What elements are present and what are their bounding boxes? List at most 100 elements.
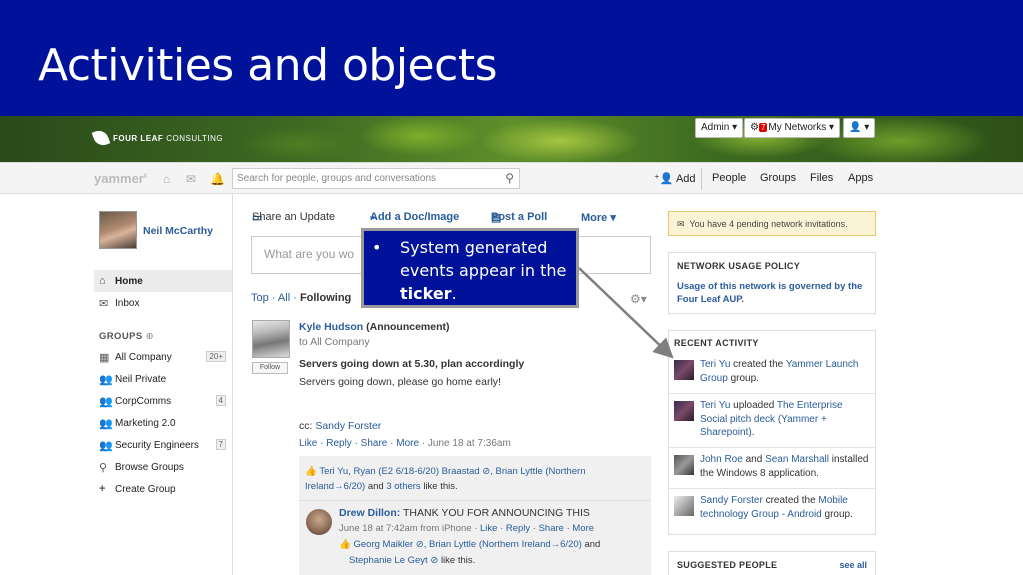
search-icon: ⚲ xyxy=(99,461,108,474)
sidebar-item-label: Inbox xyxy=(115,297,140,309)
sidebar-item-inbox[interactable]: ✉ Inbox xyxy=(94,292,232,314)
actor-avatar[interactable] xyxy=(674,401,694,421)
reply-likes-line2: Stephanie Le Geyt ⊘ like this. xyxy=(349,555,709,566)
user-menu-caret: ▾ xyxy=(864,122,870,133)
actor-avatar[interactable] xyxy=(674,455,694,475)
likes-others-link[interactable]: 3 others xyxy=(386,481,420,492)
search-icon[interactable]: ⚲ xyxy=(505,171,514,185)
post-action-links[interactable]: Like · Reply · Share · More xyxy=(299,438,419,449)
sidebar-item-security-engineers[interactable]: 👥 Security Engineers 7 xyxy=(94,434,232,456)
likers-link[interactable]: Stephanie Le Geyt ⊘ xyxy=(349,555,438,566)
follow-button[interactable]: Follow xyxy=(252,362,288,374)
feed-settings-icon[interactable]: ⚙▾ xyxy=(630,292,647,306)
post-header: Kyle Hudson (Announcement) xyxy=(299,321,659,333)
recent-activity-card: RECENT ACTIVITY Teri Yu created the Yamm… xyxy=(668,330,876,535)
nav-groups-link[interactable]: Groups xyxy=(760,172,796,184)
plus-icon: + xyxy=(99,483,106,495)
post-body: Servers going down, please go home early… xyxy=(299,376,501,388)
unread-count-badge: 7 xyxy=(215,439,226,450)
sidebar-item-label: Browse Groups xyxy=(115,461,184,473)
user-name-link[interactable]: Neil McCarthy xyxy=(143,225,213,237)
callout-text-end: . xyxy=(451,284,457,303)
likers-link[interactable]: Georg Maikler ⊘, Brian Lyttle (Northern … xyxy=(353,539,581,550)
cc-user-link[interactable]: Sandy Forster xyxy=(315,420,381,432)
home-icon: ⌂ xyxy=(99,275,106,287)
tab-label: Share an Update xyxy=(252,211,336,223)
tab-all[interactable]: All xyxy=(278,292,290,304)
search-input[interactable]: Search for people, groups and conversati… xyxy=(232,168,520,189)
cc-label: cc: xyxy=(299,420,313,432)
actor-link[interactable]: Sandy Forster xyxy=(700,495,763,506)
reply-action-links[interactable]: Like · Reply · Share · More xyxy=(480,523,594,534)
actor-link[interactable]: John Roe xyxy=(700,454,743,465)
tab-top[interactable]: Top xyxy=(251,292,269,304)
post-cc: cc: Sandy Forster xyxy=(299,420,659,432)
post-headline: Servers going down at 5.30, plan accordi… xyxy=(299,358,525,370)
post-recipient: to All Company xyxy=(299,336,370,348)
activity-suffix: group. xyxy=(727,372,759,384)
policy-link[interactable]: Usage of this network is governed by the… xyxy=(677,280,867,306)
composer-placeholder: What are you wo xyxy=(264,247,355,261)
sidebar-item-label: Security Engineers xyxy=(115,439,199,451)
groups-header: GROUPS ⊕ xyxy=(94,326,232,346)
sidebar-item-corpcomms[interactable]: 👥 CorpComms 4 xyxy=(94,390,232,412)
inbox-icon: ✉ xyxy=(99,297,109,310)
sidebar-item-neil-private[interactable]: 👥 Neil Private xyxy=(94,368,232,390)
brand-text: yammer xyxy=(94,171,144,186)
tab-label: More ▾ xyxy=(581,212,616,224)
object-link[interactable]: Sean Marshall xyxy=(765,454,829,465)
admin-label: Admin ▾ xyxy=(701,122,738,133)
feed-filter-tabs: Top · All · Following xyxy=(251,292,352,304)
invitation-notice[interactable]: ✉ You have 4 pending network invitations… xyxy=(668,211,876,236)
author-avatar[interactable] xyxy=(252,320,290,358)
reply-author-link[interactable]: Drew Dillon: xyxy=(339,507,400,519)
reply-author-avatar[interactable] xyxy=(306,509,332,535)
nav-apps-link[interactable]: Apps xyxy=(848,172,873,184)
sidebar-item-marketing[interactable]: 👥 Marketing 2.0 xyxy=(94,412,232,434)
likers-link[interactable]: Ireland→6/20) xyxy=(305,481,365,492)
group-icon: 👥 xyxy=(99,373,113,386)
post-likes-line2: Ireland→6/20) and 3 others like this. xyxy=(305,481,665,492)
sidebar-item-all-company[interactable]: ▦ All Company 20+ xyxy=(94,346,232,368)
sidebar-item-home[interactable]: ⌂ Home xyxy=(94,270,232,292)
envelope-icon: ✉ xyxy=(677,219,685,229)
tab-following[interactable]: Following xyxy=(300,292,351,304)
unread-count-badge: 4 xyxy=(215,395,226,406)
sidebar-item-create-group[interactable]: + Create Group xyxy=(94,478,232,500)
sidebar-item-label: Marketing 2.0 xyxy=(115,417,176,429)
notifications-icon[interactable]: 🔔 xyxy=(210,172,225,186)
sidebar-item-label: All Company xyxy=(115,351,172,363)
network-count-badge: 7 xyxy=(758,123,768,132)
actor-link[interactable]: Teri Yu xyxy=(700,400,730,411)
yammer-logo[interactable]: yammerε xyxy=(94,171,147,186)
likes-and: and xyxy=(367,481,384,492)
likes-suffix: like this. xyxy=(423,481,458,492)
groups-header-label: GROUPS xyxy=(99,330,143,342)
user-avatar[interactable] xyxy=(99,211,137,249)
sidebar-item-browse-groups[interactable]: ⚲ Browse Groups xyxy=(94,456,232,478)
nav-people-link[interactable]: People xyxy=(712,172,746,184)
reply-likes: 👍 Georg Maikler ⊘, Brian Lyttle (Norther… xyxy=(339,539,699,550)
messages-icon[interactable]: ✉ xyxy=(186,172,196,186)
post-author-link[interactable]: Kyle Hudson xyxy=(299,321,363,333)
sidebar-item-label: Home xyxy=(115,275,143,287)
my-networks-button[interactable]: ⚙ 7 My Networks ▾ xyxy=(744,118,841,138)
actor-link[interactable]: Teri Yu xyxy=(700,359,730,370)
nav-files-link[interactable]: Files xyxy=(810,172,833,184)
add-button[interactable]: ⁺👤 Add xyxy=(654,172,696,185)
post-tag: (Announcement) xyxy=(366,321,450,333)
user-menu-button[interactable]: 👤 ▾ xyxy=(843,118,876,138)
admin-menu-button[interactable]: Admin ▾ xyxy=(695,118,744,138)
unread-count-badge: 20+ xyxy=(206,351,226,362)
slide-header: Activities and objects xyxy=(0,0,1023,116)
likes-suffix: like this. xyxy=(440,555,476,566)
actor-avatar[interactable] xyxy=(674,360,694,380)
activity-suffix: group. xyxy=(821,508,853,520)
home-icon[interactable]: ⌂ xyxy=(163,172,170,186)
likers-link[interactable]: Teri Yu, Ryan (E2 6/18-6/20) Braastad ⊘,… xyxy=(319,466,585,477)
post-timestamp: · June 18 at 7:36am xyxy=(421,438,511,449)
actor-avatar[interactable] xyxy=(674,496,694,516)
column-divider xyxy=(232,194,233,575)
add-group-icon[interactable]: ⊕ xyxy=(146,331,154,342)
see-all-link[interactable]: see all xyxy=(839,560,867,570)
